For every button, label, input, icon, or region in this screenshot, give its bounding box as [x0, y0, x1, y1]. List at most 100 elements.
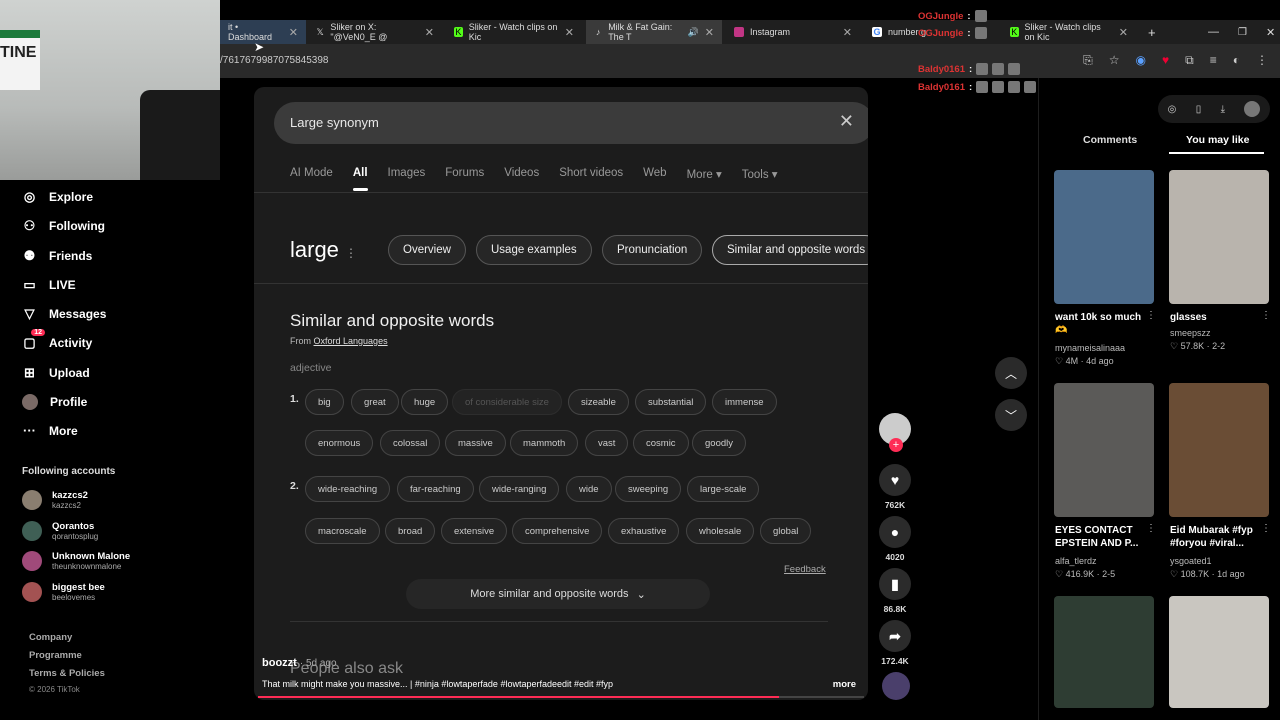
sense-number: 2.: [290, 480, 299, 492]
close-icon[interactable]: ✕: [843, 26, 852, 39]
save-button[interactable]: ▮ 86.8K: [878, 568, 912, 614]
extension-icon[interactable]: ◉: [1136, 53, 1146, 68]
install-icon[interactable]: ⎘: [1083, 53, 1093, 68]
address-bar: /7617679987075845398 ⎘ ☆ ◉ ♥ ⧉ ≡ ◐ ⋮: [220, 44, 1280, 78]
follow-button[interactable]: +: [889, 438, 903, 452]
extension-icon[interactable]: ♥: [1162, 53, 1169, 68]
kebab-icon[interactable]: ⋮: [1146, 310, 1156, 321]
close-icon[interactable]: ✕: [705, 26, 714, 39]
bookmark-star-icon[interactable]: ☆: [1109, 53, 1120, 68]
extensions-puzzle-icon[interactable]: ⧉: [1185, 53, 1194, 68]
comment-button[interactable]: ● 4020: [878, 516, 912, 562]
caption-more-button[interactable]: more: [833, 679, 856, 690]
card-author[interactable]: alfa_tlerdz: [1055, 556, 1097, 566]
synonym-chip: enormous: [305, 430, 374, 456]
sidebar-item-messages[interactable]: ▽ Messages: [22, 306, 107, 321]
card-title[interactable]: want 10k so much 🫶: [1055, 311, 1151, 337]
sidebar-item-explore[interactable]: ◎ Explore: [22, 189, 93, 204]
card-author[interactable]: smeepszz: [1170, 328, 1211, 338]
sidebar-item-activity[interactable]: ▢ 12 Activity: [22, 329, 92, 350]
close-icon[interactable]: ✕: [289, 26, 298, 39]
sidebar-item-profile[interactable]: Profile: [22, 394, 87, 410]
minimize-button[interactable]: —: [1200, 20, 1227, 44]
card-title[interactable]: glasses: [1170, 311, 1266, 324]
previous-video-button[interactable]: ︿: [995, 357, 1027, 389]
share-button[interactable]: ➦ 172.4K: [878, 620, 912, 666]
window-close-button[interactable]: ✕: [1258, 20, 1280, 44]
close-icon[interactable]: ✕: [1119, 26, 1128, 39]
synonym-chip: vast: [585, 430, 629, 456]
avatar[interactable]: [1244, 101, 1261, 117]
divider: [254, 283, 868, 284]
instagram-icon: [734, 27, 744, 37]
maximize-button[interactable]: ❐: [1230, 20, 1255, 44]
video-thumbnail[interactable]: [1169, 170, 1269, 304]
account-item[interactable]: Qorantos qorantosplug: [22, 521, 98, 541]
more-similar-label: More similar and opposite words: [470, 588, 629, 600]
footer-link-company[interactable]: Company: [29, 632, 72, 643]
device-icon[interactable]: ▯: [1196, 104, 1202, 115]
footer-link-terms[interactable]: Terms & Policies: [29, 668, 105, 679]
tab-you-may-like[interactable]: You may like: [1186, 134, 1249, 146]
reading-list-icon[interactable]: ≡: [1210, 53, 1217, 68]
video-thumbnail[interactable]: [1169, 383, 1269, 517]
tab-x[interactable]: 𝕏 Sliker on X: "@VeN0_E @ ✕: [308, 20, 442, 44]
avatar: [22, 394, 38, 410]
next-video-button[interactable]: ﹀: [995, 399, 1027, 431]
kebab-icon[interactable]: ⋮: [1146, 523, 1156, 534]
close-icon[interactable]: ✕: [425, 26, 434, 39]
download-icon[interactable]: ⤓: [1221, 104, 1225, 115]
sidebar-item-more[interactable]: ··· More: [22, 423, 78, 438]
account-name: Unknown Malone: [52, 551, 131, 562]
wall-sign: TINE: [0, 30, 40, 90]
profile-icon[interactable]: ◐: [1233, 53, 1240, 68]
emote-icon: [974, 10, 987, 22]
account-item[interactable]: biggest bee beelovemes: [22, 582, 105, 602]
sidebar-item-upload[interactable]: ⊞ Upload: [22, 365, 90, 380]
video-thumbnail[interactable]: [1054, 170, 1154, 304]
tab-kick-2[interactable]: K Sliker - Watch clips on Kic ✕: [1002, 20, 1136, 44]
search-query: Large synonym: [290, 115, 379, 130]
tab-kick[interactable]: K Sliker - Watch clips on Kic ✕: [446, 20, 582, 44]
video-thumbnail[interactable]: [1169, 596, 1269, 708]
video-caption: That milk might make you massive... | #n…: [262, 679, 614, 689]
close-icon[interactable]: ✕: [565, 26, 574, 39]
account-item[interactable]: kazzcs2 kazzcs2: [22, 490, 88, 510]
emote-icon: [992, 81, 1005, 93]
explore-icon[interactable]: ◎: [1168, 104, 1177, 115]
live-icon: ▭: [23, 276, 36, 292]
feedback-link: Feedback: [784, 564, 826, 575]
card-author[interactable]: mynameisalinaaa: [1055, 343, 1125, 353]
synonym-chip: massive: [445, 430, 506, 456]
footer-link-programme[interactable]: Programme: [29, 650, 82, 661]
tab-instagram[interactable]: Instagram ✕: [726, 20, 860, 44]
like-button[interactable]: ♥ 762K: [878, 464, 912, 510]
sidebar-item-live[interactable]: ▭ LIVE: [22, 276, 75, 292]
video-progress-bar[interactable]: [258, 696, 864, 698]
menu-kebab-icon[interactable]: ⋮: [1256, 53, 1268, 68]
new-tab-button[interactable]: +: [1140, 20, 1160, 44]
kebab-icon[interactable]: ⋮: [1261, 310, 1271, 321]
music-disc-icon[interactable]: [882, 672, 910, 700]
kebab-icon[interactable]: ⋮: [1261, 523, 1271, 534]
account-item[interactable]: Unknown Malone theunknownmalone: [22, 551, 130, 571]
tab-comments[interactable]: Comments: [1083, 134, 1137, 146]
sidebar-item-friends[interactable]: ⚉ Friends: [22, 248, 93, 263]
card-title[interactable]: EYES CONTACT EPSTEIN AND P...: [1055, 524, 1151, 550]
tab-tiktok[interactable]: ♪ Milk & Fat Gain: The T 🔊 ✕: [586, 20, 722, 44]
video-author[interactable]: boozzt · 5d ago: [262, 657, 337, 669]
sidebar-item-following[interactable]: ⚇ Following: [22, 218, 105, 233]
card-author[interactable]: ysgoated1: [1170, 556, 1212, 566]
card-title[interactable]: Eid Mubarak #fyp #foryou #viral...: [1170, 524, 1266, 550]
video-thumbnail[interactable]: [1054, 383, 1154, 517]
video-thumbnail[interactable]: [1054, 596, 1154, 708]
synonym-chip: cosmic: [633, 430, 689, 456]
chevron-down-icon: ⌄: [636, 588, 646, 601]
video-player[interactable]: Large synonym ✕ AI Mode All Images Forum…: [254, 87, 868, 700]
emote-icon: [976, 63, 989, 75]
url-text[interactable]: /7617679987075845398: [220, 55, 328, 66]
synonym-chip: exhaustive: [608, 518, 680, 544]
compass-icon: ◎: [23, 188, 36, 204]
speaker-icon[interactable]: 🔊: [688, 27, 699, 38]
synonym-chip: global: [760, 518, 812, 544]
